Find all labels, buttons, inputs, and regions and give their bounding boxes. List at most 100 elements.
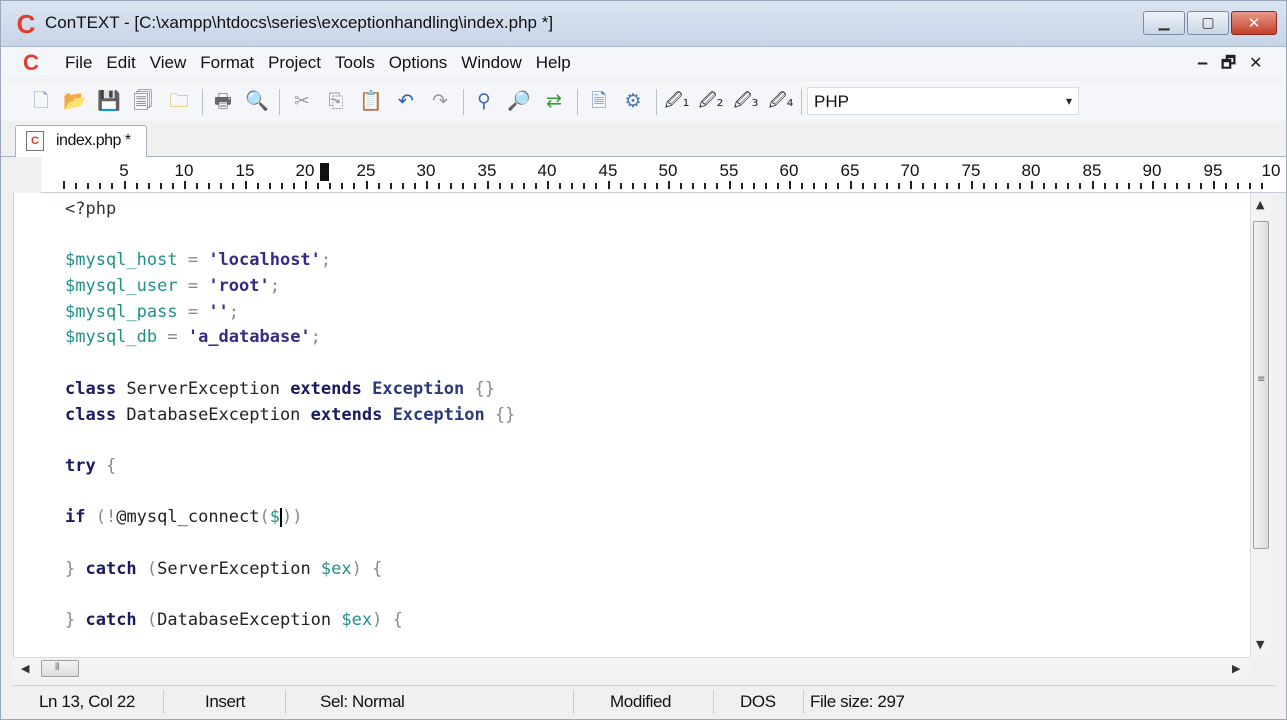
document-menu-icon[interactable]: C [23, 50, 39, 76]
ruler-tick [849, 181, 852, 189]
horizontal-scroll-thumb[interactable]: ⦀ [41, 660, 79, 677]
horizontal-scrollbar[interactable]: ◀ ⦀ ▶ [13, 657, 1250, 679]
toolbar: 🗋 📂 💾 🗐 🗀 🖶 🔍 ✂ ⎘ 📋 ↶ ↷ ⚲ 🔎 ⇄ 🗎 ⚙ 🖉₁ 🖉₂ … [1, 81, 1286, 121]
ruler-tick [329, 183, 332, 189]
ruler-tick [1248, 183, 1251, 189]
user-command-1-icon[interactable]: 🖉₁ [664, 88, 690, 114]
chevron-down-icon[interactable]: ▾ [1066, 91, 1072, 111]
menu-window[interactable]: Window [454, 53, 528, 73]
code-editor[interactable]: <?php $mysql_host = 'localhost'; $mysql_… [13, 193, 1250, 657]
toolbar-separator [656, 89, 657, 115]
menu-format[interactable]: Format [193, 53, 261, 73]
code-area[interactable]: <?php $mysql_host = 'localhost'; $mysql_… [65, 197, 515, 634]
paste-icon[interactable]: 📋 [358, 88, 384, 114]
scroll-down-icon[interactable]: ▼ [1256, 639, 1264, 651]
menu-options[interactable]: Options [382, 53, 455, 73]
ruler-number: 25 [356, 161, 376, 180]
menu-file[interactable]: File [58, 53, 99, 73]
ruler-tick [63, 181, 65, 189]
document-restore-button[interactable]: 🗗 [1221, 53, 1236, 73]
ruler-tick [1055, 183, 1058, 189]
ruler-tick [498, 183, 501, 189]
open-folder-icon[interactable]: 📂 [62, 88, 88, 114]
ruler-tick [184, 181, 186, 189]
ruler-tick [680, 183, 683, 189]
menu-help[interactable]: Help [529, 53, 578, 73]
ruler-tick [692, 183, 695, 189]
user-command-2-icon[interactable]: 🖉₂ [698, 88, 724, 114]
ruler-tick [583, 183, 586, 189]
ruler-tick [171, 183, 174, 189]
ruler-number: 40 [537, 161, 557, 180]
copy-icon[interactable]: ⎘ [323, 88, 349, 114]
ruler-tick [389, 183, 392, 189]
document-close-button[interactable]: ✕ [1249, 53, 1262, 73]
user-command-4-icon[interactable]: 🖉₄ [768, 88, 794, 114]
ruler-number: 65 [840, 161, 860, 180]
redo-icon[interactable]: ↷ [427, 88, 453, 114]
close-button[interactable]: ✕ [1231, 11, 1277, 35]
maximize-button[interactable]: ▢ [1187, 11, 1229, 35]
vertical-scrollbar[interactable]: ▲ ≡ ▼ [1250, 193, 1272, 657]
ruler-tick [764, 183, 767, 189]
save-icon[interactable]: 💾 [96, 88, 122, 114]
settings-icon[interactable]: ⚙ [620, 88, 646, 114]
ruler-tick [220, 183, 223, 189]
menu-edit[interactable]: Edit [99, 53, 142, 73]
new-file-icon[interactable]: 🗋 [28, 88, 54, 114]
tab-index-php[interactable]: C index.php * [15, 125, 147, 157]
ruler-tick [619, 183, 622, 189]
menu-project[interactable]: Project [261, 53, 328, 73]
menu-view[interactable]: View [143, 53, 194, 73]
ruler-tick [438, 183, 441, 189]
ruler-tick [1067, 183, 1070, 189]
scroll-up-icon[interactable]: ▲ [1256, 199, 1264, 211]
vertical-scroll-thumb[interactable]: ≡ [1253, 221, 1269, 549]
minimize-button[interactable]: ▁ [1143, 11, 1185, 35]
ruler-tick [196, 183, 199, 189]
cut-icon[interactable]: ✂ [289, 88, 315, 114]
ruler-tick [655, 183, 658, 189]
save-all-icon[interactable]: 🗐 [130, 88, 156, 114]
document-minimize-button[interactable]: ‒ [1197, 53, 1208, 73]
ruler-number: 50 [658, 161, 678, 180]
undo-icon[interactable]: ↶ [393, 88, 419, 114]
title-bar: C ConTEXT - [C:\xampp\htdocs\series\exce… [1, 1, 1286, 47]
php-file-icon: C [26, 131, 44, 151]
ruler-tick [1164, 183, 1167, 189]
open-recent-icon[interactable]: 🗀 [166, 88, 192, 114]
ruler-tick [776, 183, 779, 189]
scroll-left-icon[interactable]: ◀ [21, 662, 29, 676]
print-preview-icon[interactable]: 🔍 [244, 88, 270, 114]
ruler-tick [716, 183, 719, 189]
code-line: try { [65, 455, 117, 476]
modified-indicator: Modified [610, 692, 672, 711]
export-icon[interactable]: 🗎 [586, 88, 612, 114]
ruler-tick [244, 181, 247, 189]
find-next-icon[interactable]: 🔎 [506, 88, 532, 114]
replace-icon[interactable]: ⇄ [541, 88, 567, 114]
status-divider [163, 690, 164, 714]
highlighter-select[interactable]: PHP ▾ [807, 87, 1079, 115]
ruler-tick [341, 183, 344, 189]
scroll-right-icon[interactable]: ▶ [1232, 662, 1240, 676]
ruler-tick [510, 183, 513, 189]
ruler-tick [571, 183, 574, 189]
user-command-3-icon[interactable]: 🖉₃ [733, 88, 759, 114]
toolbar-separator [279, 89, 280, 115]
maximize-icon: ▢ [1201, 15, 1215, 31]
code-line: class DatabaseException extends Exceptio… [65, 404, 516, 425]
find-icon[interactable]: ⚲ [471, 88, 497, 114]
app-window: C ConTEXT - [C:\xampp\htdocs\series\exce… [0, 0, 1287, 720]
print-icon[interactable]: 🖶 [210, 88, 236, 114]
ruler-tick [87, 183, 90, 189]
ruler-number: 95 [1203, 161, 1223, 180]
menu-tools[interactable]: Tools [328, 53, 382, 73]
code-line: $mysql_pass = ''; [65, 301, 240, 322]
ruler-number: 70 [900, 161, 920, 180]
ruler-tick [208, 183, 211, 189]
ruler-tick [643, 183, 646, 189]
